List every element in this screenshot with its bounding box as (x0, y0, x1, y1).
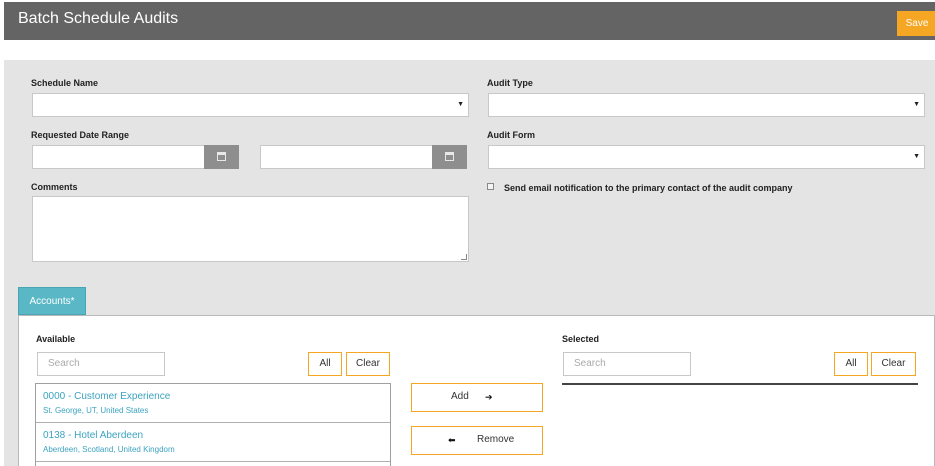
comments-label: Comments (31, 182, 78, 192)
account-location: St. George, UT, United States (43, 406, 149, 415)
arrow-left-icon: ⬅ (448, 435, 456, 445)
start-date-calendar-button[interactable] (204, 145, 239, 169)
account-name: 0000 - Customer Experience (43, 391, 171, 402)
available-label: Available (36, 334, 76, 344)
end-date-calendar-button[interactable] (432, 145, 467, 169)
selected-label: Selected (562, 334, 600, 344)
available-clear-button[interactable]: Clear (346, 352, 390, 376)
list-item[interactable]: 0138 - Hotel Aberdeen Aberdeen, Scotland… (36, 423, 390, 462)
calendar-icon (217, 152, 226, 161)
comments-textarea[interactable] (32, 196, 469, 262)
add-button[interactable]: Add ➔ (411, 383, 543, 412)
email-notification-label: Send email notification to the primary c… (504, 183, 793, 193)
audit-type-select[interactable]: ▼ (488, 93, 925, 117)
add-button-label: Add (451, 391, 469, 402)
end-date-field[interactable] (260, 145, 467, 169)
email-notification-checkbox[interactable] (487, 183, 494, 190)
remove-button-label: Remove (477, 434, 515, 445)
list-item[interactable]: 0000 - Customer Experience St. George, U… (36, 384, 390, 423)
page-title: Batch Schedule Audits (18, 10, 179, 27)
audit-type-label: Audit Type (487, 78, 533, 88)
resize-handle-icon[interactable] (461, 254, 467, 260)
account-location: Aberdeen, Scotland, United Kingdom (43, 445, 175, 454)
remove-button[interactable]: ⬅ Remove (411, 426, 543, 455)
schedule-name-select[interactable]: ▼ (32, 93, 469, 117)
save-button[interactable]: Save (897, 11, 935, 36)
chevron-down-icon: ▼ (913, 153, 920, 160)
calendar-icon (445, 152, 454, 161)
tab-accounts[interactable]: Accounts* (18, 287, 86, 315)
requested-date-range-label: Requested Date Range (31, 130, 130, 140)
available-list: 0000 - Customer Experience St. George, U… (35, 383, 391, 466)
available-search-input[interactable]: Search (37, 352, 165, 376)
account-name: 0138 - Hotel Aberdeen (43, 430, 144, 441)
available-all-button[interactable]: All (308, 352, 342, 376)
selected-list (562, 383, 918, 385)
selected-search-input[interactable]: Search (563, 352, 691, 376)
start-date-field[interactable] (32, 145, 239, 169)
schedule-name-label: Schedule Name (31, 78, 99, 88)
audit-form-select[interactable]: ▼ (488, 145, 925, 169)
selected-all-button[interactable]: All (834, 352, 868, 376)
top-bar: Batch Schedule Audits Save (4, 2, 935, 40)
selected-clear-button[interactable]: Clear (871, 352, 916, 376)
audit-form-label: Audit Form (487, 130, 535, 140)
chevron-down-icon: ▼ (457, 101, 464, 108)
chevron-down-icon: ▼ (913, 101, 920, 108)
arrow-right-icon: ➔ (485, 392, 493, 402)
